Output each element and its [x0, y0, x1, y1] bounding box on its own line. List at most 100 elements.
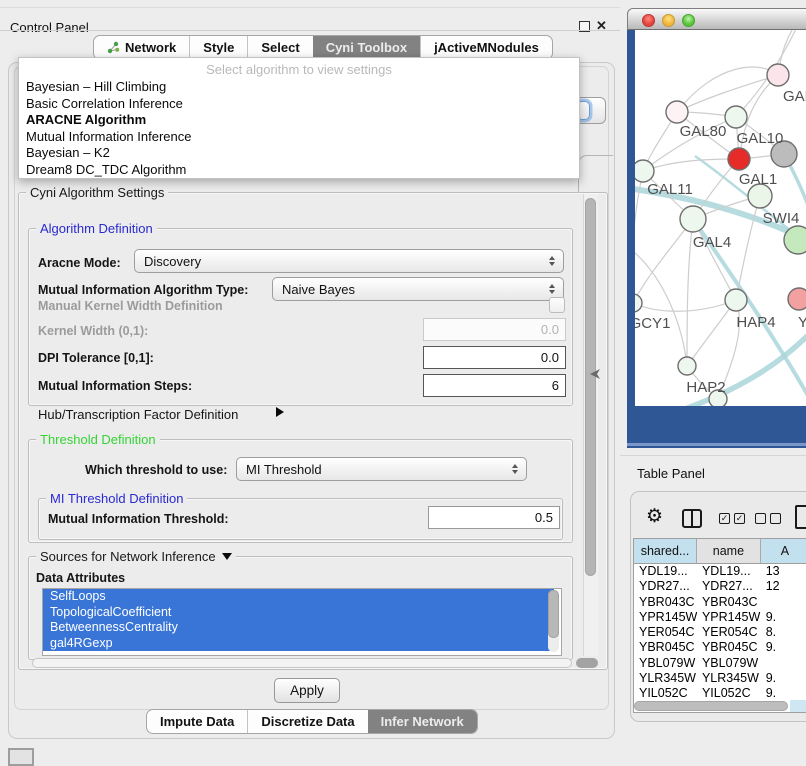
network-node[interactable] — [725, 289, 747, 311]
attribute-item[interactable]: TopologicalCoefficient — [43, 605, 554, 621]
network-node[interactable] — [666, 101, 688, 123]
table-row[interactable]: YBL079WYBL079W — [634, 656, 806, 671]
aracne-mode-select[interactable]: Discovery — [134, 249, 564, 273]
network-node[interactable] — [635, 294, 642, 312]
network-edge[interactable] — [693, 219, 736, 300]
network-node[interactable] — [678, 357, 696, 375]
network-window-titlebar[interactable] — [627, 8, 806, 30]
table-row[interactable]: YER054CYER054C8. — [634, 625, 806, 640]
table-cell: 8. — [761, 625, 806, 640]
column-header[interactable]: shared... — [634, 539, 697, 563]
algorithm-option[interactable]: Basic Correlation Inference — [19, 96, 579, 113]
table-scroll-corner — [790, 700, 806, 712]
network-node[interactable] — [725, 106, 747, 128]
tab-infer-network[interactable]: Infer Network — [368, 710, 477, 733]
table-row[interactable]: YDR27...YDR27...12 — [634, 579, 806, 594]
algorithm-definition-title: Algorithm Definition — [36, 221, 157, 236]
algorithm-option[interactable]: Dream8 DC_TDC Algorithm — [19, 162, 579, 179]
tab-impute-data[interactable]: Impute Data — [147, 710, 247, 733]
algorithm-option[interactable]: Bayesian – Hill Climbing — [19, 79, 579, 96]
node-table[interactable]: shared...nameA YDL19...YDL19...13YDR27..… — [633, 538, 806, 713]
tab-jactivemnodules[interactable]: jActiveMNodules — [420, 36, 552, 59]
close-traffic-light[interactable] — [642, 14, 655, 27]
panel-title: Control Panel — [10, 20, 89, 35]
deselect-all-checkboxes-icon[interactable] — [755, 513, 781, 524]
network-canvas-svg[interactable]: GALGAL80GAL10GAL1GAL11SWI4GAL4GCY1HAP4YH… — [635, 8, 806, 406]
mouse-cursor — [589, 368, 602, 381]
network-edge[interactable] — [677, 75, 778, 112]
table-row[interactable]: YLR345WYLR345W9. — [634, 671, 806, 686]
mi-type-select[interactable]: Naive Bayes — [272, 277, 564, 301]
table-hscroll-thumb[interactable] — [634, 701, 788, 711]
data-attributes-label: Data Attributes — [36, 571, 125, 585]
tab-label: Network — [125, 36, 176, 59]
threshold-definition-title: Threshold Definition — [36, 432, 160, 447]
attribute-item[interactable]: gal4RGexp — [43, 636, 554, 652]
apply-button[interactable]: Apply — [274, 678, 340, 703]
kernel-width-field[interactable]: 0.0 — [423, 318, 566, 341]
table-cell: YPR145W — [697, 610, 761, 625]
settings-vscroll-thumb[interactable] — [585, 198, 596, 576]
minimize-traffic-light[interactable] — [662, 14, 675, 27]
manual-kernel-checkbox[interactable] — [549, 297, 565, 313]
network-canvas[interactable]: GALGAL80GAL10GAL1GAL11SWI4GAL4GCY1HAP4YH… — [635, 8, 806, 406]
hub-definition-toggle[interactable]: Hub/Transcription Factor Definition — [38, 407, 238, 422]
table-cell: YBR043C — [634, 595, 697, 610]
mi-steps-field[interactable]: 6 — [423, 374, 566, 397]
node-label: GAL4 — [693, 234, 731, 251]
tab-network[interactable]: Network — [94, 36, 189, 59]
network-node[interactable] — [788, 288, 806, 310]
mi-threshold-field[interactable]: 0.5 — [428, 506, 560, 529]
mi-threshold-label: Mutual Information Threshold: — [48, 512, 229, 526]
network-node[interactable] — [767, 64, 789, 86]
dpi-tolerance-field[interactable]: 0.0 — [423, 346, 566, 369]
algorithm-option[interactable]: Mutual Information Inference — [19, 129, 579, 146]
settings-hscroll-cap[interactable] — [576, 658, 598, 668]
network-node[interactable] — [635, 160, 654, 182]
algorithm-list: Bayesian – Hill ClimbingBasic Correlatio… — [19, 79, 579, 178]
gear-icon[interactable]: ⚙ — [646, 505, 663, 528]
table-row[interactable]: YBR043CYBR043C — [634, 595, 806, 610]
table-cell: YBR043C — [697, 595, 761, 610]
collapsed-panel-icon[interactable] — [8, 748, 34, 766]
network-node[interactable] — [680, 206, 706, 232]
network-edge[interactable] — [635, 300, 736, 311]
data-attributes-list[interactable]: SelfLoopsTopologicalCoefficientBetweenne… — [42, 588, 562, 656]
network-node[interactable] — [728, 148, 750, 170]
algorithm-option[interactable]: Bayesian – K2 — [19, 145, 579, 162]
which-threshold-select[interactable]: MI Threshold — [236, 457, 527, 481]
tab-style[interactable]: Style — [189, 36, 247, 59]
column-header[interactable]: name — [697, 539, 761, 563]
manual-kernel-label: Manual Kernel Width Definition — [38, 299, 223, 313]
mi-type-label: Mutual Information Algorithm Type: — [38, 283, 248, 297]
table-row[interactable]: YDL19...YDL19...13 — [634, 564, 806, 579]
table-row[interactable]: YBR045CYBR045C9. — [634, 640, 806, 655]
zoom-traffic-light[interactable] — [682, 14, 695, 27]
table-row[interactable]: YPR145WYPR145W9. — [634, 610, 806, 625]
table-cell: YBL079W — [634, 656, 697, 671]
column-header[interactable]: A — [761, 539, 806, 563]
tab-discretize-data[interactable]: Discretize Data — [247, 710, 367, 733]
spinner-arrows-icon — [549, 284, 555, 294]
table-cell: YDR27... — [697, 579, 761, 594]
tab-select[interactable]: Select — [247, 36, 312, 59]
document-icon[interactable] — [795, 505, 806, 529]
attributes-scrollbar-thumb[interactable] — [548, 590, 559, 638]
collapse-arrow-icon[interactable] — [222, 553, 232, 560]
sources-title-text[interactable]: Sources for Network Inference — [40, 549, 216, 564]
columns-icon[interactable] — [682, 509, 702, 528]
algorithm-dropdown-popup: Select algorithm to view settings Bayesi… — [18, 57, 580, 179]
algorithm-option[interactable]: ARACNE Algorithm — [19, 112, 579, 129]
select-all-checkboxes-icon[interactable]: ✓✓ — [719, 513, 745, 524]
node-label: SWI4 — [763, 210, 800, 227]
tab-cyni-toolbox[interactable]: Cyni Toolbox — [313, 36, 420, 59]
attributes-scrollbar[interactable] — [548, 590, 559, 652]
close-icon[interactable]: ✕ — [596, 18, 607, 34]
attribute-item[interactable]: SelfLoops — [43, 589, 554, 605]
expand-arrow-icon[interactable] — [276, 407, 284, 417]
network-node[interactable] — [784, 226, 806, 254]
tab-label: Infer Network — [381, 710, 464, 733]
attribute-item[interactable]: BetweennessCentrality — [43, 620, 554, 636]
settings-horizontal-scrollbar[interactable] — [32, 658, 572, 668]
which-threshold-label: Which threshold to use: — [85, 463, 227, 477]
